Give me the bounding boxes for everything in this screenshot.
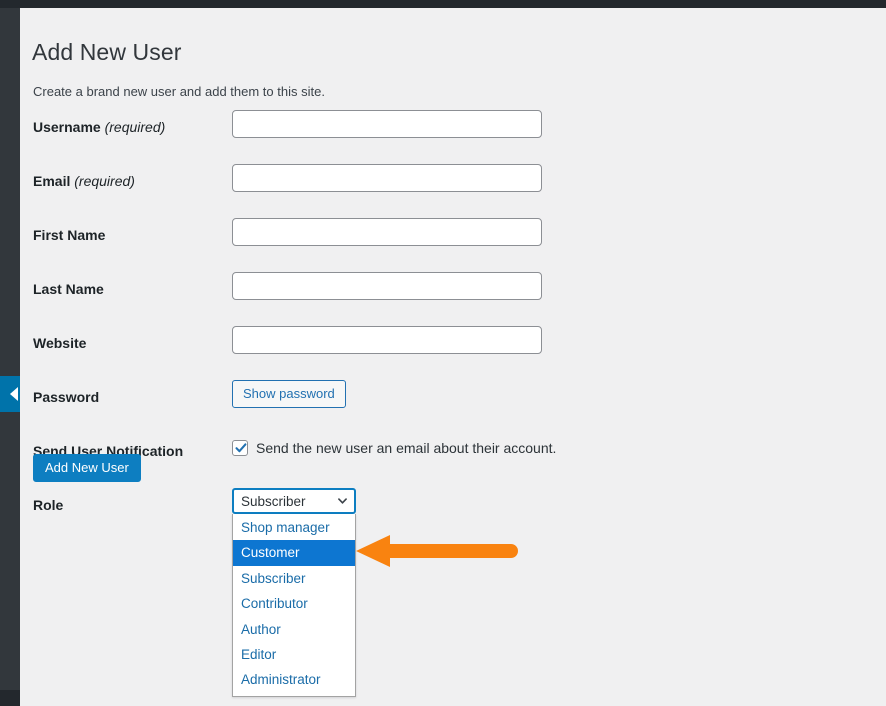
role-option-administrator[interactable]: Administrator [233, 667, 355, 692]
submit-area: Add New User [33, 454, 141, 482]
field-last-name [232, 272, 542, 300]
form-row-role: Role Subscriber Shop manager Customer Su… [20, 482, 886, 697]
form-row-last-name: Last Name [20, 266, 886, 320]
form-row-email: Email (required) [20, 158, 886, 212]
form-row-send-notification: Send User Notification Send the new user… [20, 428, 886, 482]
chevron-down-icon [338, 498, 347, 504]
admin-topbar [0, 0, 886, 8]
role-option-subscriber[interactable]: Subscriber [233, 566, 355, 591]
label-first-name: First Name [33, 226, 105, 245]
label-website-text: Website [33, 335, 87, 351]
field-role: Subscriber Shop manager Customer Subscri… [232, 488, 356, 697]
send-notification-checkbox-row[interactable]: Send the new user an email about their a… [232, 434, 556, 462]
checkmark-icon [235, 443, 247, 453]
field-first-name [232, 218, 542, 246]
admin-sidebar-bottom-strip [0, 690, 20, 706]
label-username-text: Username [33, 119, 101, 135]
label-first-name-text: First Name [33, 227, 106, 243]
screen: Add New User Create a brand new user and… [0, 0, 886, 706]
form-row-password: Password Show password [20, 374, 886, 428]
role-option-shop-manager[interactable]: Shop manager [233, 515, 355, 540]
label-password: Password [33, 389, 100, 405]
label-username-required: (required) [104, 119, 166, 135]
username-input[interactable] [232, 110, 542, 138]
role-select-stack: Subscriber Shop manager Customer Subscri… [232, 488, 356, 697]
first-name-input[interactable] [232, 218, 542, 246]
chevron-left-icon [10, 387, 18, 401]
email-input[interactable] [232, 164, 542, 192]
add-new-user-button[interactable]: Add New User [33, 454, 141, 482]
admin-sidebar [0, 0, 20, 706]
form-row-website: Website [20, 320, 886, 374]
field-password: Show password [232, 380, 346, 408]
label-last-name-text: Last Name [33, 281, 104, 297]
role-option-customer[interactable]: Customer [233, 540, 355, 566]
website-input[interactable] [232, 326, 542, 354]
field-username [232, 110, 542, 138]
show-password-button[interactable]: Show password [232, 380, 346, 408]
role-option-list[interactable]: Shop manager Customer Subscriber Contrib… [232, 514, 356, 697]
role-option-editor[interactable]: Editor [233, 642, 355, 667]
form-row-username: Username (required) [20, 104, 886, 158]
label-email-required: (required) [74, 173, 135, 189]
form-row-first-name: First Name [20, 212, 886, 266]
label-website: Website [33, 334, 86, 353]
role-option-author[interactable]: Author [233, 617, 355, 642]
field-email [232, 164, 542, 192]
role-option-contributor[interactable]: Contributor [233, 591, 355, 616]
admin-sidebar-top-strip [0, 0, 20, 8]
field-send-notification: Send the new user an email about their a… [232, 434, 556, 462]
add-user-form: Username (required) Email (required) Fir… [20, 104, 886, 697]
send-notification-checkbox[interactable] [232, 440, 248, 456]
collapse-menu-button[interactable] [0, 376, 20, 412]
role-select-value: Subscriber [241, 494, 306, 509]
role-select[interactable]: Subscriber [232, 488, 356, 514]
field-website [232, 326, 542, 354]
label-username: Username (required) [33, 118, 165, 137]
label-role: Role [33, 497, 64, 513]
last-name-input[interactable] [232, 272, 542, 300]
page-title: Add New User [32, 39, 182, 66]
send-notification-label: Send the new user an email about their a… [256, 439, 557, 456]
page-subtitle: Create a brand new user and add them to … [33, 84, 325, 99]
label-email-text: Email [33, 173, 71, 189]
label-email: Email (required) [33, 172, 135, 191]
main-content: Add New User Create a brand new user and… [20, 8, 886, 706]
label-last-name: Last Name [33, 280, 104, 299]
